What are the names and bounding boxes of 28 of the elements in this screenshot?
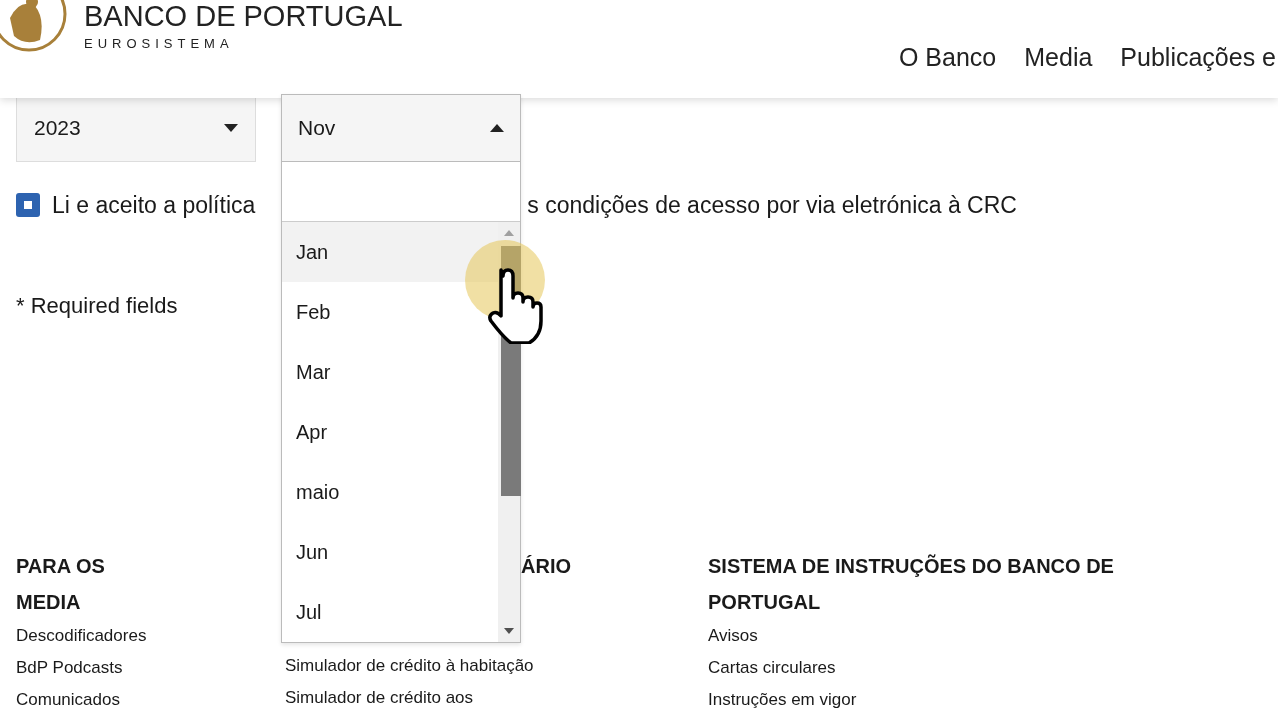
- month-option[interactable]: Jul: [282, 582, 498, 642]
- required-note: * Required fields: [16, 292, 178, 320]
- consent-text: s condições de acesso por via eletrónica à CRC: [527, 190, 1017, 220]
- nav-link[interactable]: Publicações e: [1120, 42, 1276, 72]
- footer-link[interactable]: BdP Podcasts: [16, 652, 123, 684]
- footer-heading: ÁRIO: [521, 555, 571, 577]
- footer-link[interactable]: Simulador de crédito à habitação: [285, 650, 534, 682]
- logo-title: BANCO DE PORTUGAL: [84, 0, 403, 32]
- pointer-cursor-icon: [465, 240, 547, 344]
- month-option[interactable]: Jan: [282, 222, 498, 282]
- footer-link[interactable]: Instruções em vigor: [708, 684, 857, 716]
- footer-heading: PARA OS MEDIA: [16, 555, 105, 613]
- logo-subtitle: EUROSISTEMA: [84, 35, 235, 53]
- caret-icon: [224, 124, 238, 132]
- footer-link[interactable]: Cartas circulares: [708, 652, 836, 684]
- footer-link[interactable]: Simulador de crédito aos: [285, 682, 474, 714]
- nav-link[interactable]: O Banco: [898, 42, 997, 72]
- footer-heading: SISTEMA DE INSTRUÇÕES DO BANCO DE PORTUGAL: [708, 555, 1114, 613]
- nav-link[interactable]: Media: [1024, 42, 1093, 72]
- scroll-down-arrow-icon[interactable]: [504, 628, 514, 634]
- consent-text: Li e aceito a política: [52, 190, 256, 220]
- footer-link[interactable]: Comunicados: [16, 684, 120, 716]
- footer-link[interactable]: Avisos: [708, 620, 758, 652]
- footer-link[interactable]: Descodificadores: [16, 620, 147, 652]
- month-select[interactable]: Nov: [282, 95, 520, 162]
- caret-icon: [490, 124, 504, 132]
- consent-checkbox[interactable]: [16, 193, 40, 217]
- logo-emblem-icon: [0, 0, 68, 53]
